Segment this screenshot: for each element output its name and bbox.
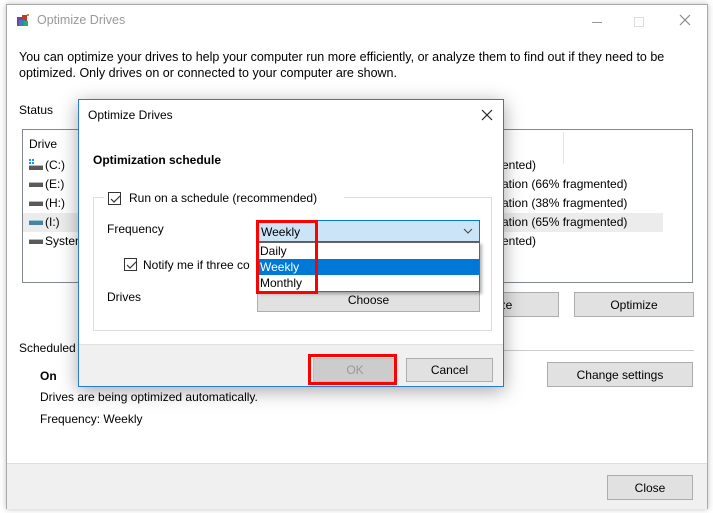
drive-name: (E:) <box>45 177 65 191</box>
drive-status: ented) <box>502 158 537 172</box>
drive-name: (C:) <box>45 158 65 172</box>
notify-checkbox[interactable] <box>124 258 137 271</box>
run-on-schedule-label[interactable]: Run on a schedule (recommended) <box>129 191 317 205</box>
drive-icon <box>29 201 43 206</box>
drive-status: ation (38% fragmented) <box>502 196 628 210</box>
schedule-state: On <box>40 369 57 383</box>
drive-status: ented) <box>502 234 537 248</box>
schedule-frequency: Frequency: Weekly <box>40 412 143 426</box>
frequency-label: Frequency <box>107 222 164 236</box>
close-icon <box>679 14 691 26</box>
dialog-title: Optimize Drives <box>88 108 173 122</box>
drive-name: (H:) <box>45 196 65 210</box>
close-button[interactable]: Close <box>607 475 693 500</box>
ok-highlight-box <box>308 354 397 385</box>
run-on-schedule-checkbox[interactable] <box>108 192 121 205</box>
close-icon <box>481 109 493 121</box>
drive-status: ation (66% fragmented) <box>502 177 628 191</box>
notify-label[interactable]: Notify me if three co <box>143 258 250 272</box>
app-icon <box>16 13 30 27</box>
optimize-button[interactable]: Optimize <box>574 292 694 317</box>
description-line-1: You can optimize your drives to help you… <box>19 50 665 64</box>
dialog-heading: Optimization schedule <box>93 153 222 167</box>
close-window-button[interactable] <box>672 8 702 32</box>
drive-icon <box>29 239 43 244</box>
drive-icon <box>29 182 43 187</box>
dialog-close-button[interactable] <box>475 103 501 127</box>
drives-label: Drives <box>107 290 142 304</box>
cancel-button[interactable]: Cancel <box>406 358 493 382</box>
minimize-button[interactable] <box>582 8 612 32</box>
drive-name: (I:) <box>45 215 60 229</box>
drive-column-header: Drive <box>29 137 58 151</box>
window-title: Optimize Drives <box>37 13 126 27</box>
description-line-2: optimized. Only drives on or connected t… <box>19 66 397 80</box>
status-label: Status <box>19 103 54 117</box>
window-footer <box>7 463 707 509</box>
frequency-highlight-box <box>256 220 318 294</box>
drive-icon <box>29 220 43 225</box>
maximize-button[interactable] <box>627 8 657 32</box>
system-drive-icon <box>29 159 43 171</box>
scheduled-label: Scheduled <box>19 341 76 355</box>
schedule-description: Drives are being optimized automatically… <box>40 390 258 404</box>
chevron-down-icon <box>463 228 473 234</box>
drive-status: ation (65% fragmented) <box>502 215 628 229</box>
change-settings-button[interactable]: Change settings <box>547 362 693 387</box>
